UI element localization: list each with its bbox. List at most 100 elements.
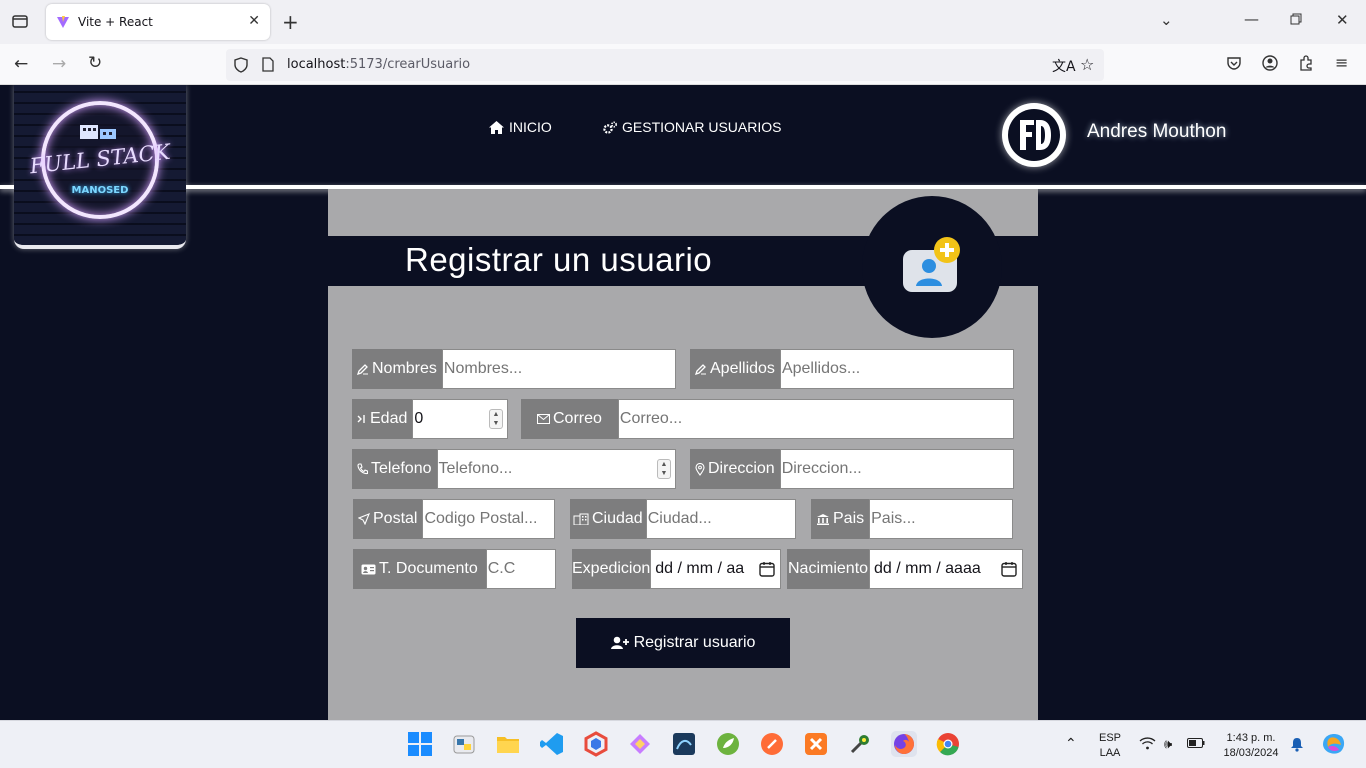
url-bar[interactable]: localhost:5173/crearUsuario 文A ☆ bbox=[226, 49, 1104, 81]
app-diamond-icon[interactable] bbox=[627, 731, 653, 757]
translate-icon[interactable]: 文A bbox=[1052, 56, 1076, 76]
direccion-label: Direccion bbox=[708, 460, 775, 477]
pocket-icon[interactable] bbox=[1226, 55, 1242, 74]
pais-field: Pais Pais... bbox=[811, 499, 1013, 539]
apellidos-input[interactable]: Apellidos... bbox=[779, 349, 1014, 389]
building-icon bbox=[80, 125, 116, 139]
database-icon[interactable] bbox=[671, 731, 697, 757]
page: FULL STACK MANOSED INICIO GESTIONAR USUA… bbox=[0, 85, 1366, 720]
chrome-icon[interactable] bbox=[935, 731, 961, 757]
postal-label: Postal bbox=[373, 510, 418, 527]
register-user-button[interactable]: Registrar usuario bbox=[576, 618, 790, 668]
nav-gestionar-usuarios[interactable]: GESTIONAR USUARIOS bbox=[603, 119, 781, 135]
tab-dropdown-icon[interactable]: ⌄ bbox=[1160, 13, 1173, 28]
url-text[interactable]: localhost:5173/crearUsuario bbox=[287, 57, 470, 72]
spring-icon[interactable] bbox=[715, 731, 741, 757]
clock[interactable]: 1:43 p. m. 18/03/2024 bbox=[1218, 731, 1284, 761]
file-explorer-icon[interactable] bbox=[495, 731, 521, 757]
app-hexagon-icon[interactable] bbox=[583, 731, 609, 757]
windows-taskbar: ⌃ ESP LAA 🕪 1:43 p. m. 18/03/2024 bbox=[0, 720, 1366, 768]
battery-icon[interactable] bbox=[1187, 738, 1205, 751]
postman-icon[interactable] bbox=[759, 731, 785, 757]
browser-tab[interactable]: Vite + React ✕ bbox=[46, 4, 270, 40]
expedicion-label: Expedicion bbox=[572, 560, 651, 577]
volume-icon[interactable]: 🕪 bbox=[1164, 736, 1172, 752]
shield-icon[interactable] bbox=[234, 57, 248, 77]
ciudad-input[interactable]: Ciudad... bbox=[645, 499, 796, 539]
documento-label-box: T. Documento bbox=[353, 549, 486, 589]
restore-icon[interactable] bbox=[1290, 13, 1302, 28]
site-logo[interactable]: FULL STACK MANOSED bbox=[14, 85, 186, 249]
pen-icon bbox=[357, 364, 368, 375]
mail-icon bbox=[537, 414, 550, 424]
expedicion-field: Expedicion dd / mm / aa bbox=[572, 549, 781, 589]
nombres-input[interactable]: Nombres... bbox=[441, 349, 676, 389]
browser-nav-bar: ← → ↻ localhost:5173/crearUsuario 文A ☆ ≡ bbox=[0, 44, 1366, 85]
nombres-field: Nombres Nombres... bbox=[352, 349, 676, 389]
menu-icon[interactable]: ≡ bbox=[1335, 55, 1348, 71]
close-tab-icon[interactable]: ✕ bbox=[248, 13, 260, 29]
postal-field: Postal Codigo Postal... bbox=[353, 499, 555, 539]
pais-label: Pais bbox=[833, 510, 865, 527]
edad-input[interactable]: 0 ▲ ▼ bbox=[412, 399, 508, 439]
title-badge bbox=[862, 196, 1002, 338]
bookmark-star-icon[interactable]: ☆ bbox=[1080, 55, 1094, 74]
ciudad-label: Ciudad bbox=[592, 510, 643, 527]
nacimiento-date-input[interactable]: dd / mm / aaaa bbox=[869, 549, 1023, 589]
expedicion-label-box: Expedicion bbox=[572, 549, 651, 589]
apellidos-label-box: Apellidos bbox=[690, 349, 780, 389]
nacimiento-label: Nacimiento bbox=[788, 560, 869, 577]
telefono-label: Telefono bbox=[371, 460, 432, 477]
vite-icon bbox=[57, 16, 69, 28]
telefono-input[interactable]: Telefono... ▲ ▼ bbox=[436, 449, 676, 489]
documento-label: T. Documento bbox=[379, 560, 478, 577]
correo-input[interactable]: Correo... bbox=[617, 399, 1014, 439]
fd-logo-icon bbox=[1008, 109, 1060, 161]
nacimiento-label-box: Nacimiento bbox=[787, 549, 870, 589]
expedicion-date-input[interactable]: dd / mm / aa bbox=[650, 549, 781, 589]
user-avatar[interactable] bbox=[1002, 103, 1066, 167]
correo-label-box: Correo bbox=[521, 399, 618, 439]
correo-label: Correo bbox=[553, 410, 602, 427]
new-tab-icon[interactable]: + bbox=[282, 12, 299, 32]
documento-field: T. Documento C.C bbox=[353, 549, 556, 589]
telefono-label-box: Telefono bbox=[352, 449, 437, 489]
id-card-icon bbox=[361, 564, 376, 574]
python-icon[interactable] bbox=[451, 731, 477, 757]
show-hidden-icons[interactable]: ⌃ bbox=[1065, 735, 1077, 752]
copilot-icon[interactable] bbox=[1322, 733, 1346, 758]
number-spinner-icon[interactable]: ▲ ▼ bbox=[657, 459, 671, 479]
page-icon[interactable] bbox=[262, 57, 274, 76]
page-title: Registrar un usuario bbox=[405, 241, 713, 278]
apellidos-field: Apellidos Apellidos... bbox=[690, 349, 1014, 389]
notification-bell-icon[interactable] bbox=[1290, 737, 1304, 755]
xampp-icon[interactable] bbox=[803, 731, 829, 757]
direccion-input[interactable]: Direccion... bbox=[779, 449, 1014, 489]
number-spinner-icon[interactable]: ▲ ▼ bbox=[489, 409, 503, 429]
telefono-field: Telefono Telefono... ▲ ▼ bbox=[352, 449, 676, 489]
close-window-icon[interactable]: ✕ bbox=[1336, 13, 1349, 28]
firefox-icon[interactable] bbox=[891, 731, 917, 757]
language-indicator[interactable]: ESP LAA bbox=[1097, 731, 1123, 761]
tools-icon[interactable] bbox=[847, 731, 873, 757]
extensions-icon[interactable] bbox=[1298, 55, 1314, 74]
correo-field: Correo Correo... bbox=[521, 399, 1014, 439]
nav-inicio[interactable]: INICIO bbox=[489, 119, 552, 135]
logo-subtext: MANOSED bbox=[71, 185, 129, 196]
minimize-icon[interactable]: — bbox=[1244, 12, 1259, 27]
account-icon[interactable] bbox=[1262, 55, 1278, 74]
vscode-icon[interactable] bbox=[539, 731, 565, 757]
documento-select[interactable]: C.C bbox=[485, 549, 556, 589]
reload-icon[interactable]: ↻ bbox=[88, 55, 102, 72]
calendar-icon[interactable] bbox=[1001, 561, 1017, 577]
back-icon[interactable]: ← bbox=[14, 56, 28, 73]
tab-list-icon[interactable] bbox=[12, 14, 28, 31]
forward-icon[interactable]: → bbox=[52, 56, 66, 73]
postal-input[interactable]: Codigo Postal... bbox=[422, 499, 555, 539]
windows-start-icon[interactable] bbox=[407, 731, 433, 757]
edad-label-box: Edad bbox=[352, 399, 413, 439]
wifi-icon[interactable] bbox=[1139, 737, 1156, 753]
pen-icon bbox=[695, 364, 706, 375]
pais-input[interactable]: Pais... bbox=[869, 499, 1013, 539]
calendar-icon[interactable] bbox=[759, 561, 775, 577]
